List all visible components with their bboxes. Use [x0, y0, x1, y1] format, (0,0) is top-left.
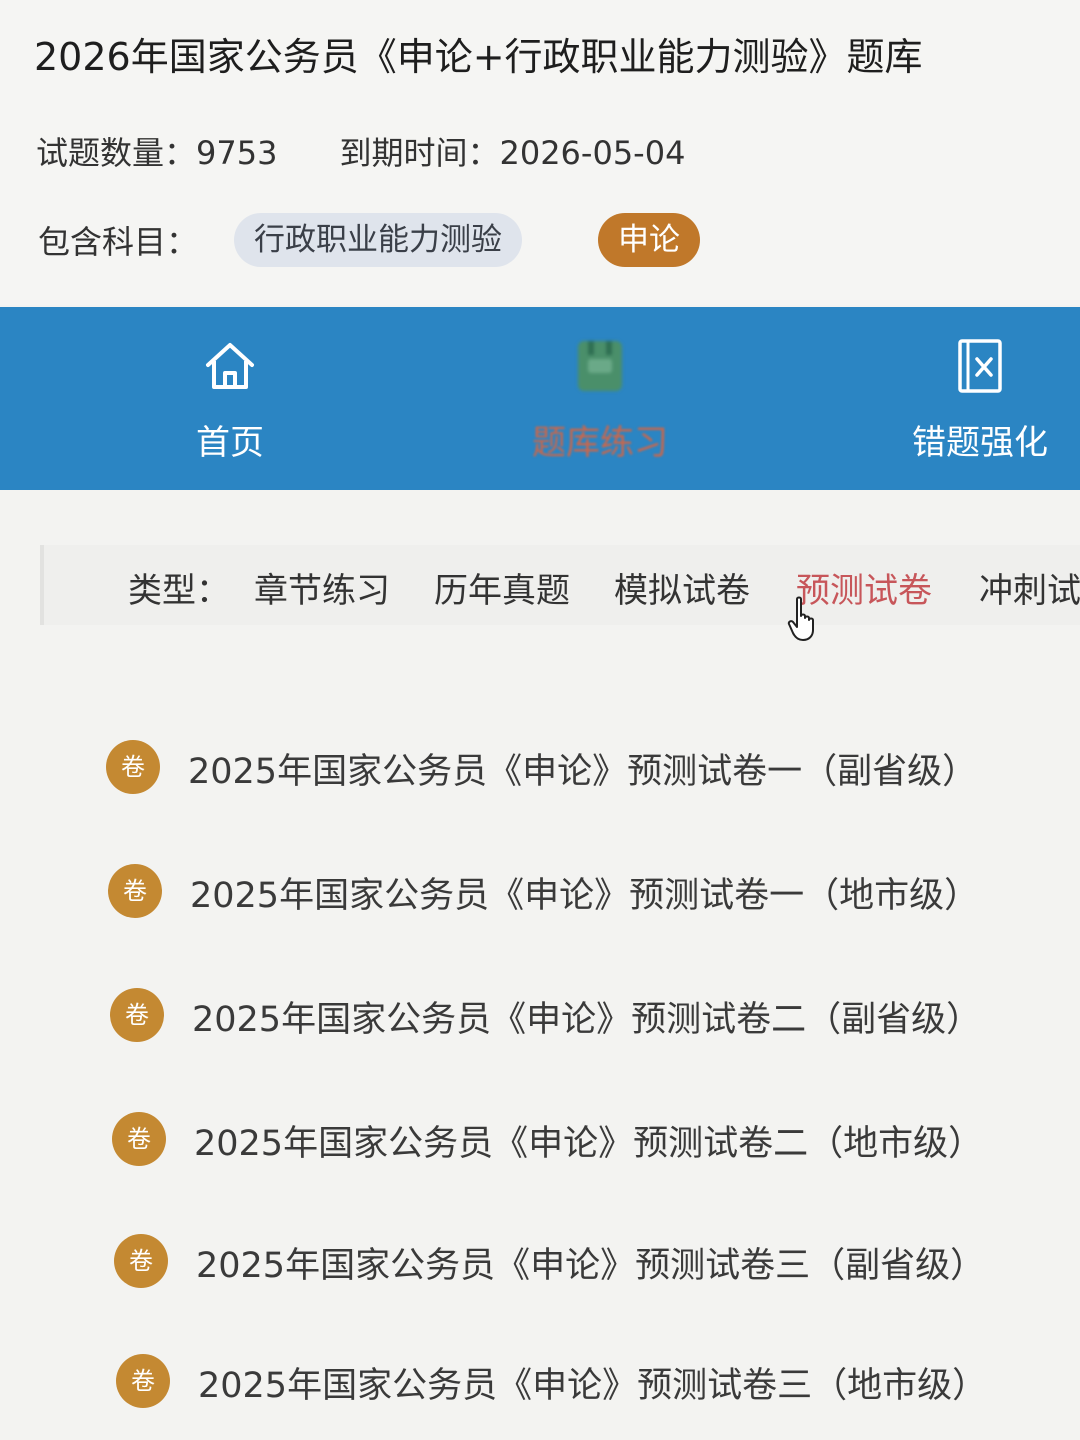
nav-question-bank[interactable]: 题库练习 — [500, 307, 700, 490]
subject-chip-shenlun[interactable]: 申论 — [598, 213, 701, 267]
nav-wrong-questions[interactable]: 错题强化 — [890, 307, 1070, 490]
paper-badge: 卷 — [110, 988, 164, 1042]
expire-label: 到期时间： — [339, 134, 500, 172]
exam-title: 2025年国家公务员《申论》预测试卷一（地市级） — [190, 876, 980, 916]
wrong-book-icon — [958, 339, 1002, 393]
type-mock-papers[interactable]: 模拟试卷 — [614, 563, 750, 612]
main-nav: 首页 题库练习 错题强化 — [0, 307, 1080, 490]
paper-badge: 卷 — [106, 740, 160, 794]
list-item[interactable]: 卷 2025年国家公务员《申论》预测试卷三（副省级） — [0, 1234, 1080, 1324]
type-sprint-papers[interactable]: 冲刺试 — [979, 563, 1080, 612]
nav-home-label: 首页 — [196, 423, 264, 463]
nav-question-bank-label: 题库练习 — [532, 423, 668, 463]
list-item[interactable]: 卷 2025年国家公务员《申论》预测试卷一（地市级） — [0, 864, 1080, 954]
exam-title: 2025年国家公务员《申论》预测试卷三（副省级） — [196, 1246, 986, 1286]
count-label: 试题数量： — [36, 134, 197, 172]
exam-title: 2025年国家公务员《申论》预测试卷二（地市级） — [194, 1124, 984, 1164]
book-icon — [578, 341, 622, 391]
nav-home[interactable]: 首页 — [150, 307, 310, 490]
exam-title: 2025年国家公务员《申论》预测试卷三（地市级） — [198, 1366, 988, 1406]
hand-cursor-icon — [787, 596, 814, 641]
exam-title: 2025年国家公务员《申论》预测试卷二（副省级） — [192, 1000, 982, 1040]
paper-badge: 卷 — [108, 864, 162, 918]
list-item[interactable]: 卷 2025年国家公务员《申论》预测试卷三（地市级） — [0, 1354, 1080, 1440]
list-item[interactable]: 卷 2025年国家公务员《申论》预测试卷二（地市级） — [0, 1112, 1080, 1202]
type-past-exams[interactable]: 历年真题 — [434, 563, 570, 612]
count-value: 9753 — [196, 134, 278, 172]
subject-chip-xingce[interactable]: 行政职业能力测验 — [234, 213, 523, 267]
subjects-label: 包含科目： — [38, 223, 199, 261]
subjects-row: 包含科目： 行政职业能力测验 申论 — [38, 212, 701, 268]
expire-value: 2026-05-04 — [499, 134, 686, 172]
question-bank-header: 2026年国家公务员《申论+行政职业能力测验》题库 试题数量：9753 到期时间：… — [0, 0, 1080, 305]
nav-wrong-questions-label: 错题强化 — [912, 423, 1048, 463]
paper-badge: 卷 — [116, 1354, 170, 1408]
type-label: 类型： — [128, 571, 230, 611]
page: 2026年国家公务员《申论+行政职业能力测验》题库 试题数量：9753 到期时间：… — [0, 0, 1080, 1440]
exam-title: 2025年国家公务员《申论》预测试卷一（副省级） — [188, 752, 978, 792]
page-title: 2026年国家公务员《申论+行政职业能力测验》题库 — [34, 35, 923, 79]
type-filter: 类型： 章节练习 历年真题 模拟试卷 预测试卷 冲刺试 — [40, 545, 1080, 625]
list-item[interactable]: 卷 2025年国家公务员《申论》预测试卷二（副省级） — [0, 988, 1080, 1078]
paper-badge: 卷 — [114, 1234, 168, 1288]
bank-meta: 试题数量：9753 到期时间：2026-05-04 — [36, 128, 685, 174]
paper-badge: 卷 — [112, 1112, 166, 1166]
type-chapter-practice[interactable]: 章节练习 — [254, 563, 390, 612]
home-icon — [206, 343, 254, 389]
list-item[interactable]: 卷 2025年国家公务员《申论》预测试卷一（副省级） — [0, 740, 1080, 830]
